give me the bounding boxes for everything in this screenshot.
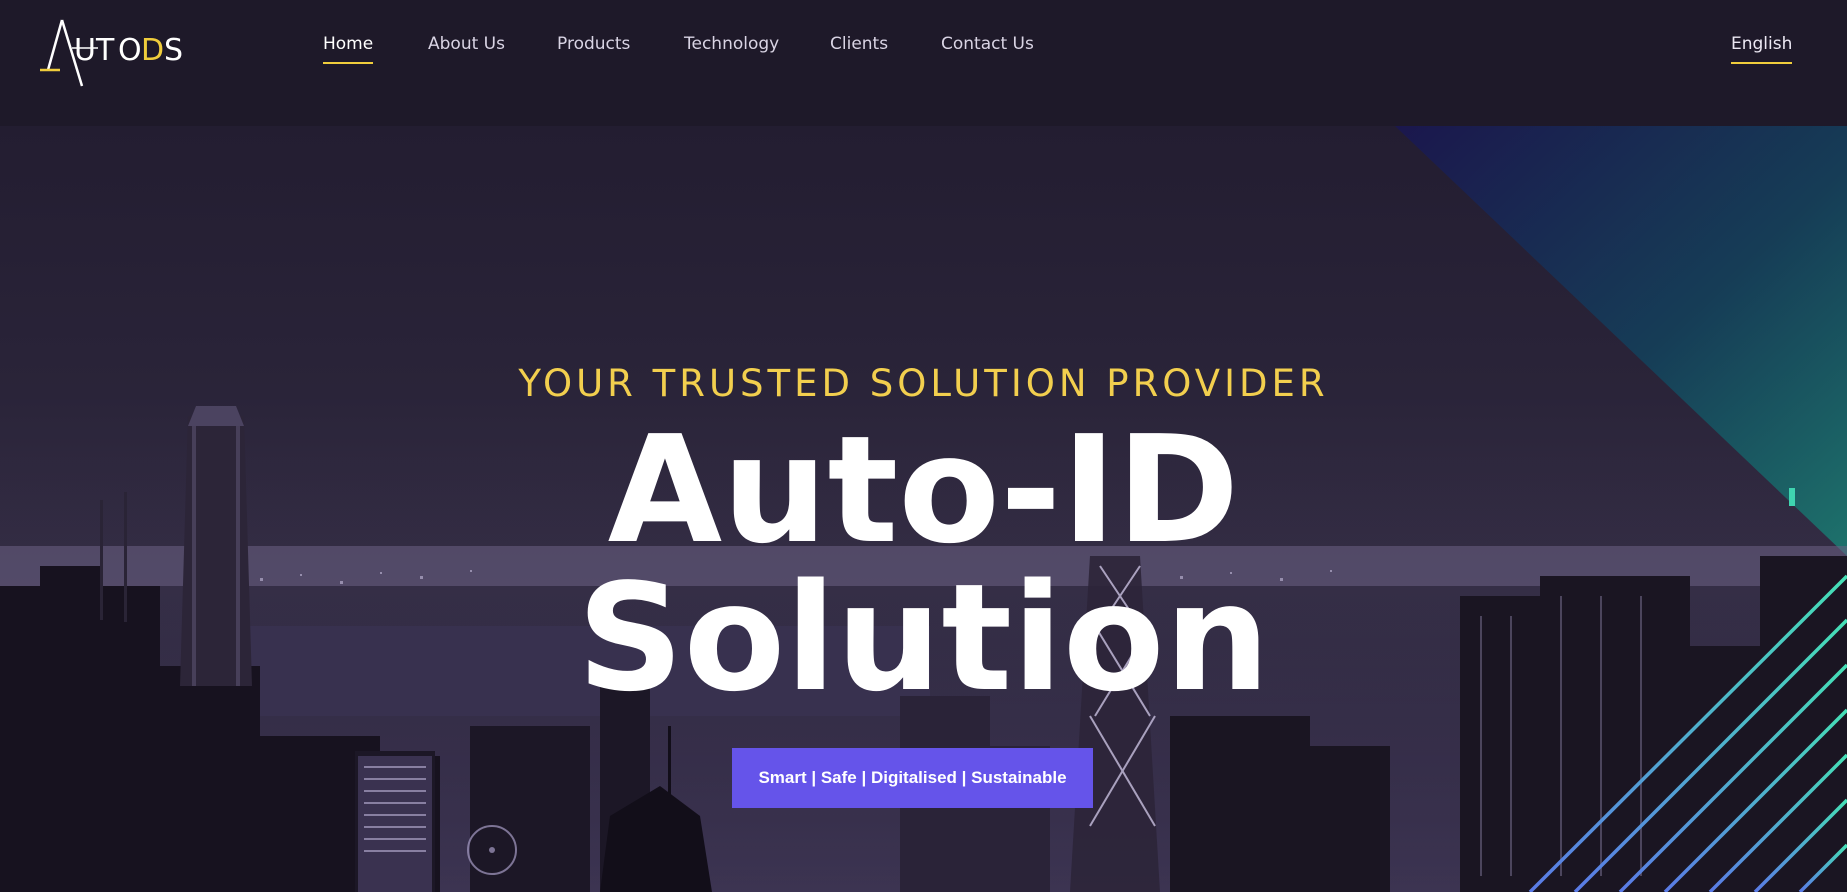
svg-text:D: D: [141, 33, 164, 68]
nav-item-contact-us[interactable]: Contact Us: [941, 34, 1034, 62]
svg-text:T: T: [95, 33, 115, 68]
site-header: U T O D S Home About Us Products Technol…: [0, 0, 1847, 126]
hero-title-line-2: Solution: [577, 552, 1270, 724]
nav-item-products[interactable]: Products: [557, 34, 630, 62]
logo-mark-icon: U T O D S: [40, 19, 183, 87]
svg-text:O: O: [118, 33, 142, 68]
hero-section: YOUR TRUSTED SOLUTION PROVIDER Auto-ID S…: [0, 126, 1847, 892]
nav-item-clients[interactable]: Clients: [830, 34, 888, 62]
language-selector[interactable]: English: [1731, 34, 1793, 64]
svg-text:U: U: [74, 33, 96, 68]
hero-tagline: YOUR TRUSTED SOLUTION PROVIDER: [518, 362, 1329, 405]
autods-logo[interactable]: U T O D S: [36, 14, 186, 90]
nav-item-about-us[interactable]: About Us: [428, 34, 505, 62]
nav-item-home[interactable]: Home: [323, 34, 374, 64]
hero-cta-button[interactable]: Smart | Safe | Digitalised | Sustainable: [732, 748, 1093, 808]
hero-title: Auto-ID Solution: [0, 416, 1847, 712]
hero-title-line-1: Auto-ID: [607, 404, 1240, 576]
svg-text:S: S: [164, 33, 183, 68]
page: U T O D S Home About Us Products Technol…: [0, 0, 1847, 892]
nav-item-technology[interactable]: Technology: [684, 34, 779, 62]
